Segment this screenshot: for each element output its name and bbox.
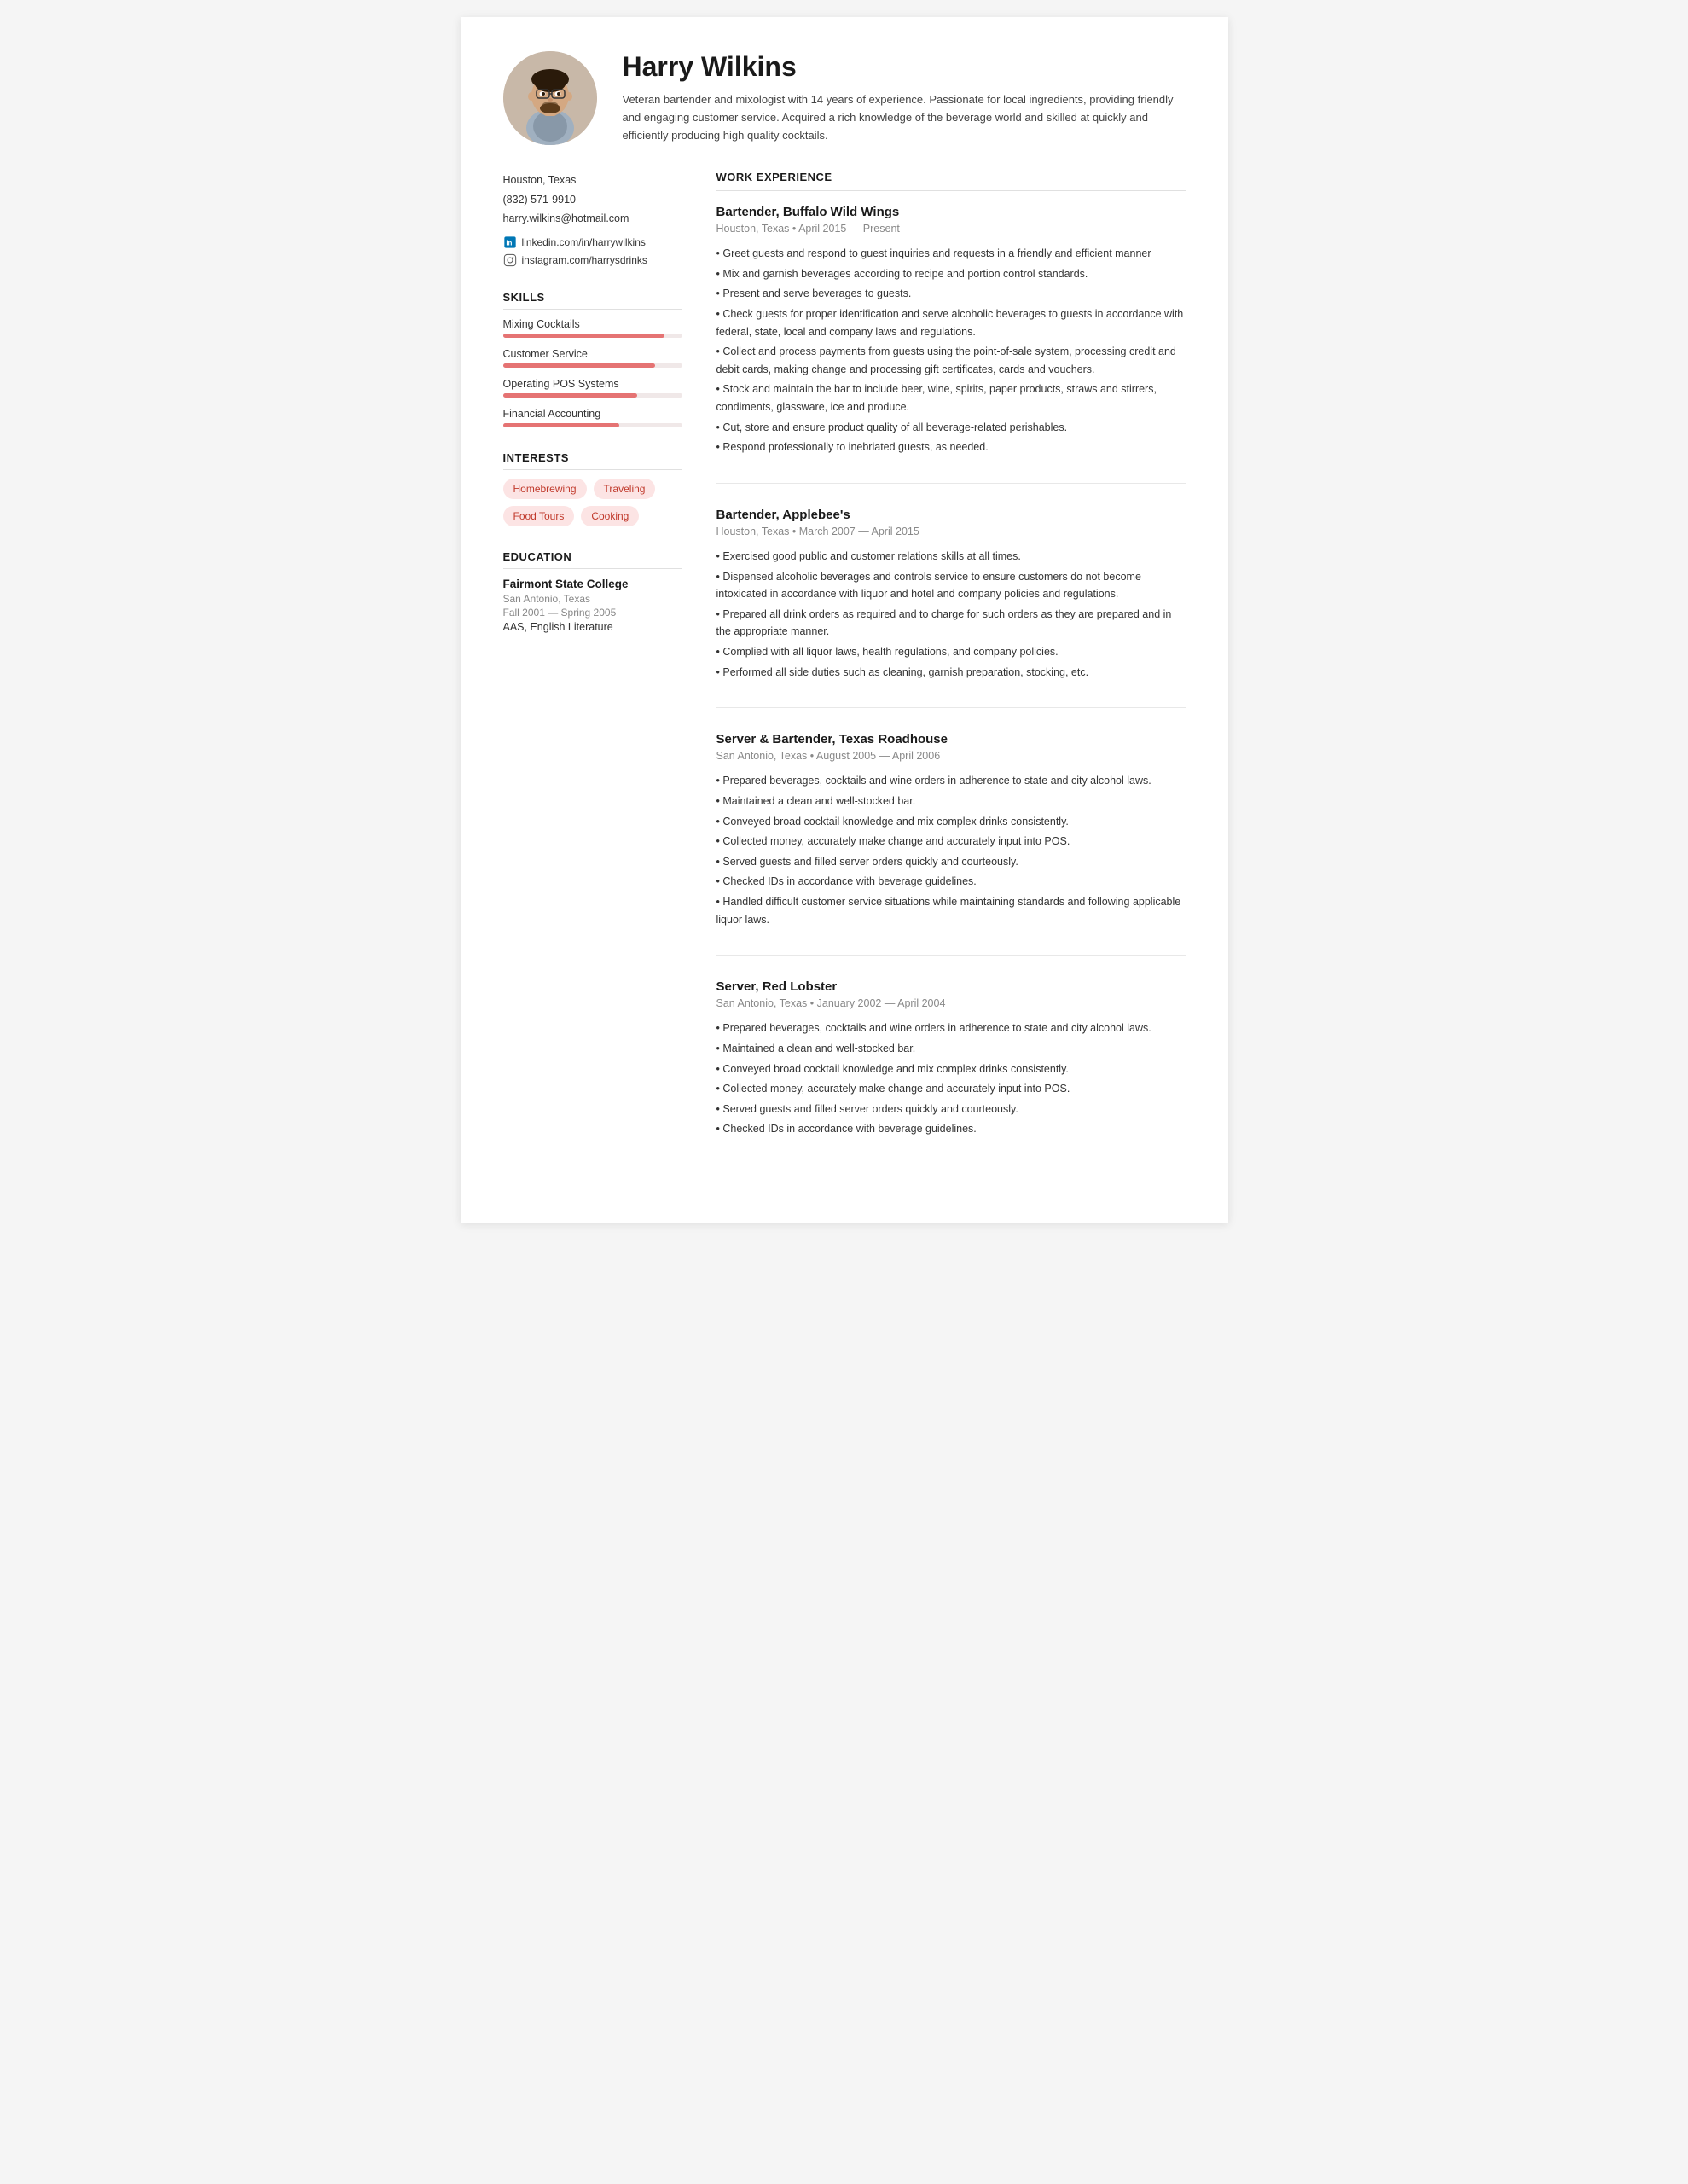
job-bullets: Greet guests and respond to guest inquir… bbox=[716, 245, 1186, 456]
body-section: Houston, Texas (832) 571-9910 harry.wilk… bbox=[503, 171, 1186, 1188]
job-item: Server, Red Lobster San Antonio, Texas •… bbox=[716, 979, 1186, 1165]
job-bullet: Exercised good public and customer relat… bbox=[716, 548, 1186, 566]
job-item: Bartender, Applebee's Houston, Texas • M… bbox=[716, 508, 1186, 708]
contact-location: Houston, Texas bbox=[503, 171, 682, 190]
job-title: Server & Bartender, Texas Roadhouse bbox=[716, 732, 1186, 746]
job-bullet: Conveyed broad cocktail knowledge and mi… bbox=[716, 813, 1186, 831]
job-bullet: Checked IDs in accordance with beverage … bbox=[716, 873, 1186, 891]
instagram-icon bbox=[503, 253, 517, 267]
avatar bbox=[503, 51, 597, 145]
job-bullet: Prepared all drink orders as required an… bbox=[716, 606, 1186, 641]
skill-item: Operating POS Systems bbox=[503, 378, 682, 398]
skills-title: SKILLS bbox=[503, 291, 682, 310]
edu-degree: AAS, English Literature bbox=[503, 621, 682, 633]
job-title: Server, Red Lobster bbox=[716, 979, 1186, 994]
job-bullet: Check guests for proper identification a… bbox=[716, 305, 1186, 340]
job-bullets: Prepared beverages, cocktails and wine o… bbox=[716, 1019, 1186, 1138]
job-item: Bartender, Buffalo Wild Wings Houston, T… bbox=[716, 205, 1186, 484]
job-bullet: Checked IDs in accordance with beverage … bbox=[716, 1120, 1186, 1138]
education-title: EDUCATION bbox=[503, 550, 682, 569]
job-bullet: Handled difficult customer service situa… bbox=[716, 893, 1186, 928]
skill-bar-bg bbox=[503, 423, 682, 427]
skill-item: Financial Accounting bbox=[503, 408, 682, 427]
job-bullet: Prepared beverages, cocktails and wine o… bbox=[716, 772, 1186, 790]
job-bullet: Collected money, accurately make change … bbox=[716, 833, 1186, 851]
job-bullets: Prepared beverages, cocktails and wine o… bbox=[716, 772, 1186, 928]
skill-bar-bg bbox=[503, 393, 682, 398]
job-bullet: Collected money, accurately make change … bbox=[716, 1080, 1186, 1098]
skill-bar-fill bbox=[503, 423, 620, 427]
job-bullet: Mix and garnish beverages according to r… bbox=[716, 265, 1186, 283]
education-section: EDUCATION Fairmont State College San Ant… bbox=[503, 550, 682, 633]
job-bullet: Respond professionally to inebriated gue… bbox=[716, 439, 1186, 456]
job-meta: Houston, Texas • April 2015 — Present bbox=[716, 223, 1186, 235]
resume-container: Harry Wilkins Veteran bartender and mixo… bbox=[461, 17, 1228, 1223]
job-meta: San Antonio, Texas • August 2005 — April… bbox=[716, 750, 1186, 762]
linkedin-icon: in bbox=[503, 235, 517, 249]
job-title: Bartender, Applebee's bbox=[716, 508, 1186, 522]
sidebar: Houston, Texas (832) 571-9910 harry.wilk… bbox=[503, 171, 682, 1188]
skill-bar-bg bbox=[503, 334, 682, 338]
job-bullet: Dispensed alcoholic beverages and contro… bbox=[716, 568, 1186, 603]
skill-bar-fill bbox=[503, 363, 656, 368]
linkedin-url: linkedin.com/in/harrywilkins bbox=[522, 236, 646, 248]
skill-label: Mixing Cocktails bbox=[503, 318, 682, 330]
interest-tag: Cooking bbox=[581, 506, 639, 526]
skills-section: SKILLS Mixing Cocktails Customer Service… bbox=[503, 291, 682, 427]
job-bullets: Exercised good public and customer relat… bbox=[716, 548, 1186, 681]
skill-label: Customer Service bbox=[503, 348, 682, 360]
edu-dates: Fall 2001 — Spring 2005 bbox=[503, 607, 682, 619]
skill-label: Operating POS Systems bbox=[503, 378, 682, 390]
candidate-summary: Veteran bartender and mixologist with 14… bbox=[623, 91, 1186, 144]
job-bullet: Complied with all liquor laws, health re… bbox=[716, 643, 1186, 661]
header-info: Harry Wilkins Veteran bartender and mixo… bbox=[623, 51, 1186, 144]
skill-bar-fill bbox=[503, 334, 664, 338]
job-item: Server & Bartender, Texas Roadhouse San … bbox=[716, 732, 1186, 956]
job-bullet: Performed all side duties such as cleani… bbox=[716, 664, 1186, 682]
contact-email: harry.wilkins@hotmail.com bbox=[503, 209, 682, 229]
job-bullet: Served guests and filled server orders q… bbox=[716, 853, 1186, 871]
job-bullet: Prepared beverages, cocktails and wine o… bbox=[716, 1019, 1186, 1037]
social-links: in linkedin.com/in/harrywilkins instagra… bbox=[503, 235, 682, 267]
contact-phone: (832) 571-9910 bbox=[503, 190, 682, 210]
edu-location: San Antonio, Texas bbox=[503, 593, 682, 605]
job-meta: San Antonio, Texas • January 2002 — Apri… bbox=[716, 997, 1186, 1009]
interests-tags: Homebrewing Traveling Food Tours Cooking bbox=[503, 479, 682, 526]
job-bullet: Served guests and filled server orders q… bbox=[716, 1101, 1186, 1118]
candidate-name: Harry Wilkins bbox=[623, 51, 1186, 83]
job-bullet: Greet guests and respond to guest inquir… bbox=[716, 245, 1186, 263]
job-bullet: Maintained a clean and well-stocked bar. bbox=[716, 1040, 1186, 1058]
job-bullet: Present and serve beverages to guests. bbox=[716, 285, 1186, 303]
header-section: Harry Wilkins Veteran bartender and mixo… bbox=[503, 51, 1186, 145]
skill-item: Customer Service bbox=[503, 348, 682, 368]
job-bullet: Stock and maintain the bar to include be… bbox=[716, 380, 1186, 415]
job-bullet: Cut, store and ensure product quality of… bbox=[716, 419, 1186, 437]
skill-item: Mixing Cocktails bbox=[503, 318, 682, 338]
instagram-url: instagram.com/harrysdrinks bbox=[522, 254, 647, 266]
skill-bar-bg bbox=[503, 363, 682, 368]
interest-tag: Homebrewing bbox=[503, 479, 587, 499]
interests-section: INTERESTS Homebrewing Traveling Food Tours… bbox=[503, 451, 682, 526]
job-bullet: Collect and process payments from guests… bbox=[716, 343, 1186, 378]
job-title: Bartender, Buffalo Wild Wings bbox=[716, 205, 1186, 219]
work-title: WORK EXPERIENCE bbox=[716, 171, 1186, 191]
edu-school: Fairmont State College bbox=[503, 578, 682, 590]
skill-label: Financial Accounting bbox=[503, 408, 682, 420]
instagram-link[interactable]: instagram.com/harrysdrinks bbox=[503, 253, 682, 267]
job-bullet: Maintained a clean and well-stocked bar. bbox=[716, 793, 1186, 810]
interests-title: INTERESTS bbox=[503, 451, 682, 470]
interest-tag: Traveling bbox=[594, 479, 656, 499]
skills-list: Mixing Cocktails Customer Service Operat… bbox=[503, 318, 682, 427]
jobs-list: Bartender, Buffalo Wild Wings Houston, T… bbox=[716, 205, 1186, 1165]
interest-tag: Food Tours bbox=[503, 506, 575, 526]
svg-text:in: in bbox=[506, 239, 512, 247]
contact-section: Houston, Texas (832) 571-9910 harry.wilk… bbox=[503, 171, 682, 267]
job-bullet: Conveyed broad cocktail knowledge and mi… bbox=[716, 1060, 1186, 1078]
main-content: WORK EXPERIENCE Bartender, Buffalo Wild … bbox=[716, 171, 1186, 1188]
linkedin-link[interactable]: in linkedin.com/in/harrywilkins bbox=[503, 235, 682, 249]
skill-bar-fill bbox=[503, 393, 638, 398]
job-meta: Houston, Texas • March 2007 — April 2015 bbox=[716, 526, 1186, 537]
